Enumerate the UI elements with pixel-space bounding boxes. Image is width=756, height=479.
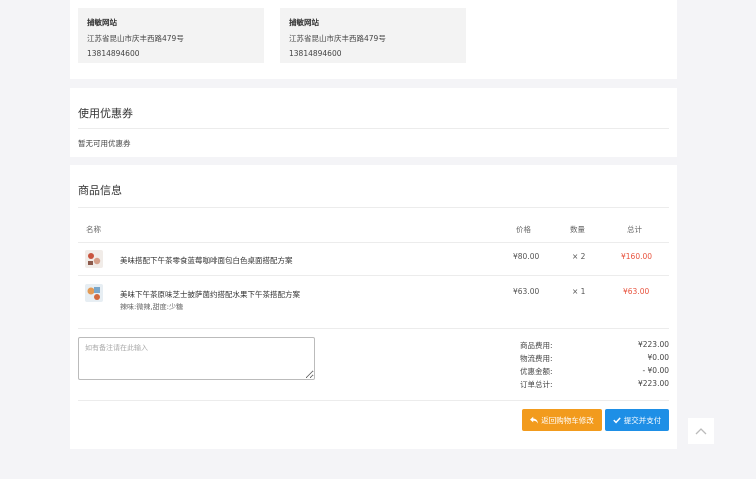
submit-and-pay-button[interactable]: 提交并支付 [605, 409, 669, 431]
address-name: 捕敏网站 [289, 18, 319, 27]
coupon-empty-text: 暂无可用优惠券 [78, 139, 131, 148]
col-header-price: 价格 [516, 225, 531, 234]
product-name[interactable]: 美味下午茶原味芝士披萨菌约搭配水果下午茶搭配方案 [120, 289, 300, 300]
product-price: ¥80.00 [513, 252, 540, 261]
product-thumbnail-1[interactable] [85, 250, 103, 268]
product-qty: × 2 [572, 252, 586, 261]
product-name[interactable]: 美味搭配下午茶零食蓝莓咖啡面包白色桌面搭配方案 [120, 255, 293, 266]
goods-panel: 商品信息 名称 价格 数量 总计 美味搭配下午茶零食蓝莓咖啡面包白色桌面搭配方案… [70, 165, 677, 449]
chevron-up-icon [695, 428, 707, 435]
address-panel: 捕敏网站 江苏省昆山市庆丰西路479号 13814894600 捕敏网站 江苏省… [70, 0, 677, 79]
summary-label-shipping: 物流费用: [520, 354, 553, 363]
reply-icon [530, 416, 539, 424]
product-thumbnail-2[interactable] [85, 284, 103, 302]
address-phone: 13814894600 [87, 49, 140, 58]
coupon-title: 使用优惠券 [78, 107, 133, 120]
address-card-2[interactable]: 捕敏网站 江苏省昆山市庆丰西路479号 13814894600 [280, 8, 466, 63]
address-line: 江苏省昆山市庆丰西路479号 [289, 34, 386, 43]
summary-value-discount: - ¥0.00 [642, 366, 669, 375]
check-icon [613, 417, 621, 424]
divider [78, 400, 669, 401]
goods-title: 商品信息 [78, 184, 122, 197]
address-line: 江苏省昆山市庆丰西路479号 [87, 34, 184, 43]
summary-value-shipping: ¥0.00 [647, 353, 669, 362]
address-card-1[interactable]: 捕敏网站 江苏省昆山市庆丰西路479号 13814894600 [78, 8, 264, 63]
col-header-qty: 数量 [570, 225, 585, 234]
back-to-cart-button[interactable]: 返回购物车修改 [522, 409, 602, 431]
summary-value-goods: ¥223.00 [637, 340, 669, 349]
back-to-top-button[interactable] [688, 418, 714, 444]
product-attributes: 辣味:微辣,甜度:少糖 [120, 303, 183, 311]
remark-textarea[interactable] [78, 337, 315, 380]
product-total: ¥160.00 [621, 252, 653, 261]
divider [78, 275, 669, 276]
summary-label-discount: 优惠金额: [520, 367, 553, 376]
product-qty: × 1 [572, 287, 586, 296]
divider [78, 207, 669, 208]
summary-value-total: ¥223.00 [637, 379, 669, 388]
col-header-total: 总计 [627, 225, 642, 234]
summary-label-total: 订单总计: [520, 380, 553, 389]
back-to-cart-label: 返回购物车修改 [541, 415, 594, 425]
divider [78, 328, 669, 329]
address-name: 捕敏网站 [87, 18, 117, 27]
submit-and-pay-label: 提交并支付 [623, 415, 662, 425]
product-price: ¥63.00 [513, 287, 540, 296]
col-header-name: 名称 [86, 225, 101, 234]
divider [78, 128, 669, 129]
coupon-panel: 使用优惠券 暂无可用优惠券 [70, 88, 677, 157]
address-phone: 13814894600 [289, 49, 342, 58]
summary-label-goods: 商品费用: [520, 341, 553, 350]
product-total: ¥63.00 [623, 287, 650, 296]
divider [78, 242, 669, 243]
